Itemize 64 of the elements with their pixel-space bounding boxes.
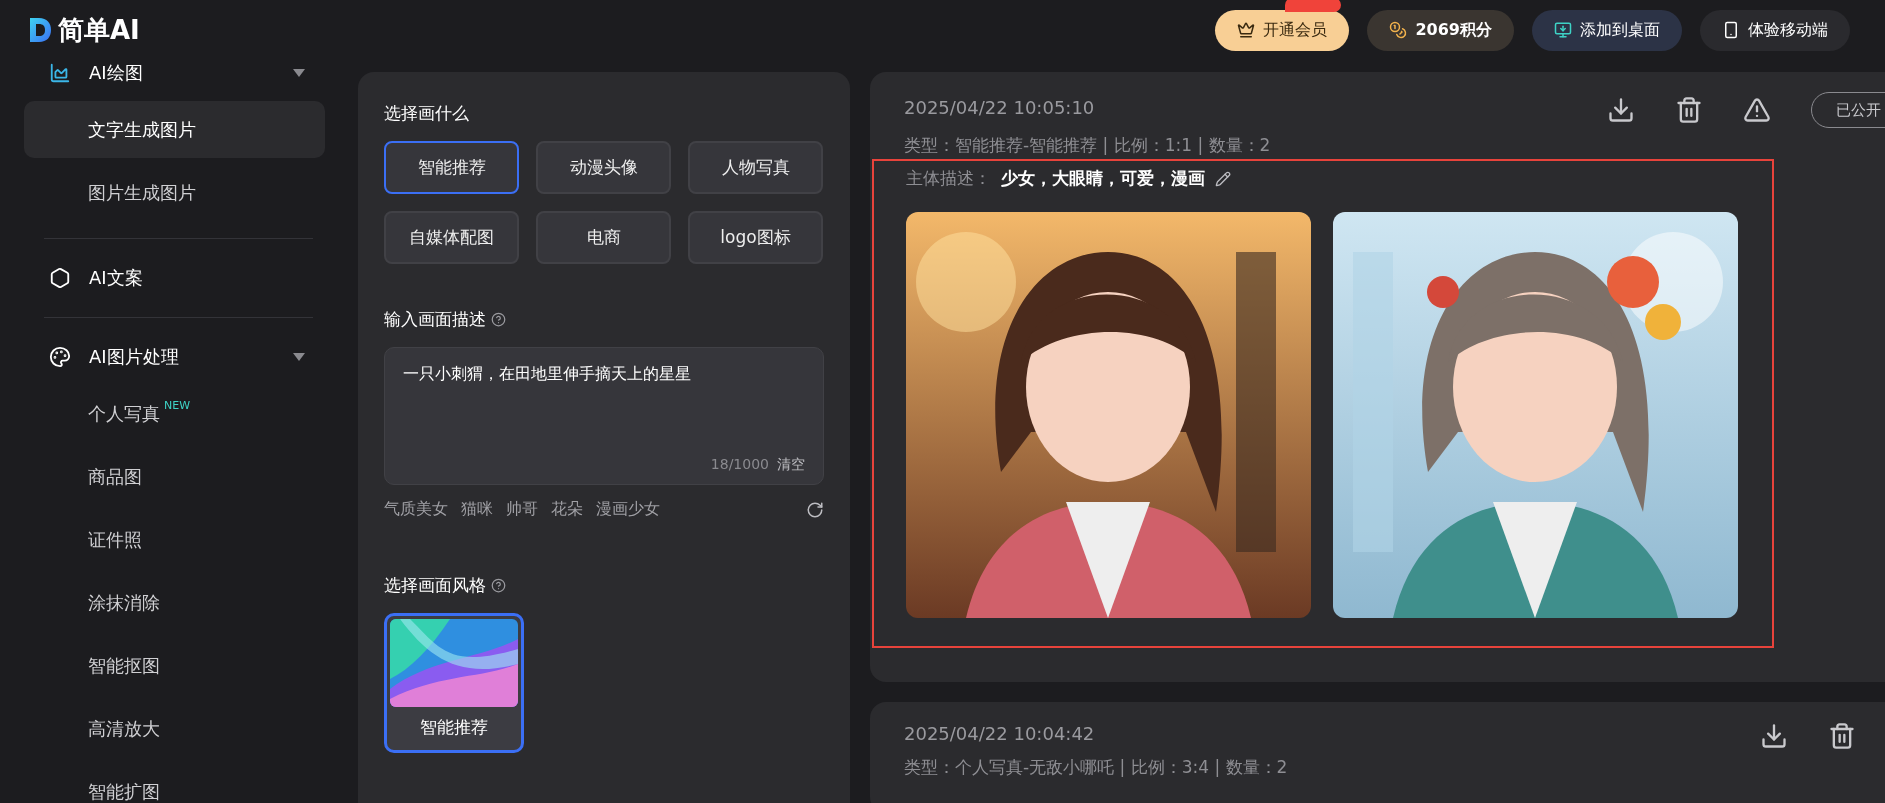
sidebar-group[interactable]: AI图片处理	[24, 332, 325, 382]
group-label: AI文案	[89, 266, 144, 290]
sidebar-group[interactable]: AI绘图	[24, 60, 325, 98]
delete-button[interactable]	[1675, 96, 1703, 124]
suggestion-tag[interactable]: 帅哥	[506, 499, 538, 520]
record-meta: 类型：个人写真-无敌小哪吒 | 比例：3:4 | 数量：2	[904, 756, 1289, 779]
desktop-button[interactable]: 添加到桌面	[1532, 9, 1682, 51]
suggestion-tag[interactable]: 漫画少女	[596, 499, 660, 520]
report-button[interactable]	[1743, 96, 1771, 124]
record-time: 2025/04/22 10:04:42	[904, 722, 1096, 744]
section-title: 选择画什么	[384, 102, 469, 125]
sidebar-item[interactable]: 个人写真 $^{NEW}$	[24, 385, 325, 442]
logo-icon	[28, 17, 52, 43]
section-title: 输入画面描述	[384, 308, 486, 331]
subject-option[interactable]: 电商	[536, 211, 671, 264]
clear-link[interactable]: 清空	[777, 456, 805, 474]
suggestion-tag[interactable]: 气质美女	[384, 499, 448, 520]
help-icon[interactable]	[491, 312, 506, 327]
subject-option[interactable]: 智能推荐	[384, 141, 519, 194]
palette-icon	[49, 346, 71, 368]
new-label: NEW	[164, 399, 191, 412]
sidebar-item[interactable]: 证件照	[24, 511, 325, 568]
char-counter: 18/1000	[710, 456, 769, 474]
sidebar-item[interactable]: 智能抠图	[24, 637, 325, 694]
help-icon[interactable]	[491, 578, 506, 593]
delete-button[interactable]	[1828, 722, 1856, 750]
subject-option[interactable]: logo图标	[688, 211, 823, 264]
description-text: 一只小刺猬，在田地里伸手摘天上的星星	[403, 364, 692, 385]
subject-option[interactable]: 动漫头像	[536, 141, 671, 194]
suggestion-tag[interactable]: 花朵	[551, 499, 583, 520]
subject-option[interactable]: 人物写真	[688, 141, 823, 194]
mobile-button[interactable]: 体验移动端	[1700, 9, 1850, 51]
record-time: 2025/04/22 10:05:10	[904, 96, 1096, 118]
description-field[interactable]: 一只小刺猬，在田地里伸手摘天上的星星 18/1000 清空	[384, 347, 824, 485]
download-button[interactable]	[1607, 96, 1635, 124]
chart-icon	[49, 62, 71, 84]
subject-option[interactable]: 自媒体配图	[384, 211, 519, 264]
sidebar-group[interactable]: AI文案	[24, 253, 325, 303]
promo-badge	[1285, 0, 1342, 12]
sidebar-item[interactable]: 文字生成图片	[24, 101, 325, 158]
subject-text: 少女，大眼睛，可爱，漫画	[1001, 167, 1205, 190]
vip-button[interactable]: 开通会员	[1215, 9, 1350, 51]
sidebar-item[interactable]: 智能扩图	[24, 763, 325, 803]
logo-text: 简单AI	[58, 13, 140, 47]
record-meta: 类型：智能推荐-智能推荐 | 比例：1:1 | 数量：2	[904, 134, 1272, 157]
style-option[interactable]: 智能推荐	[384, 613, 524, 753]
coin-icon	[1389, 21, 1408, 39]
hexagon-icon	[49, 267, 71, 289]
sidebar-item[interactable]: 商品图	[24, 448, 325, 505]
subject-label: 主体描述：	[906, 167, 991, 190]
group-label: AI图片处理	[89, 345, 180, 369]
phone-icon	[1722, 21, 1740, 39]
crown-icon	[1237, 21, 1256, 39]
sidebar-item[interactable]: 图片生成图片	[24, 164, 325, 221]
suggestion-tag[interactable]: 猫咪	[461, 499, 493, 520]
sidebar-item[interactable]: 高清放大	[24, 700, 325, 757]
points-button[interactable]: 2069积分	[1367, 9, 1514, 51]
group-label: AI绘图	[89, 61, 144, 85]
download-button[interactable]	[1760, 722, 1788, 750]
section-title: 选择画面风格	[384, 574, 486, 597]
refresh-icon[interactable]	[806, 500, 824, 519]
sidebar-item[interactable]: 涂抹消除	[24, 574, 325, 631]
monitor-icon	[1554, 21, 1572, 39]
edit-icon[interactable]	[1215, 170, 1231, 187]
